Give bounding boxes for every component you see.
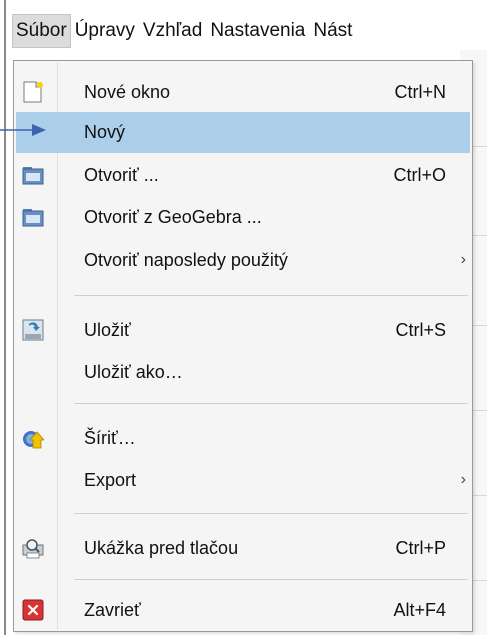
file-menu-dropdown: Nové okno Ctrl+N Nový Otvoriť ... Ctrl+O… <box>13 60 473 632</box>
menu-item-new[interactable]: Nový <box>16 112 470 153</box>
shortcut-label: Ctrl+P <box>395 537 446 558</box>
menu-item-label: Zavrieť <box>84 599 141 620</box>
shortcut-label: Ctrl+N <box>394 81 446 102</box>
menu-item-label: Otvoriť naposledy použitý <box>84 249 288 270</box>
menu-item-label: Otvoriť z GeoGebra ... <box>84 206 262 227</box>
save-icon <box>22 319 44 341</box>
menu-item-open-recent[interactable]: Otvoriť naposledy použitý › <box>16 239 470 281</box>
menu-item-label: Uložiť ako… <box>84 361 183 382</box>
menu-item-label: Nové okno <box>84 81 171 102</box>
menu-item-label: Otvoriť ... <box>84 164 159 185</box>
menu-separator <box>74 579 468 580</box>
submenu-arrow-icon: › <box>460 471 466 488</box>
menu-item-print-preview[interactable]: Ukážka pred tlačou Ctrl+P <box>16 527 470 569</box>
menu-item-open[interactable]: Otvoriť ... Ctrl+O <box>16 154 470 196</box>
print-preview-icon <box>22 537 44 559</box>
menu-item-export[interactable]: Export › <box>16 459 470 501</box>
menu-item-share[interactable]: Šíriť… <box>16 417 470 459</box>
menu-separator <box>74 403 468 404</box>
menu-separator <box>74 295 468 296</box>
pointer-arrow-icon <box>0 124 46 136</box>
share-icon <box>22 427 45 449</box>
menu-nastavenia[interactable]: Nastavenia <box>206 14 309 48</box>
menu-item-label: Nový <box>84 122 126 142</box>
shortcut-label: Alt+F4 <box>393 599 446 620</box>
menu-item-close[interactable]: Zavrieť Alt+F4 <box>16 589 470 631</box>
shortcut-label: Ctrl+S <box>395 319 446 340</box>
open-folder-icon <box>22 164 44 186</box>
menu-vzhlad[interactable]: Vzhľad <box>139 14 206 48</box>
menu-nastroje[interactable]: Nást <box>309 14 356 48</box>
menu-item-label: Šíriť… <box>84 427 136 448</box>
submenu-arrow-icon: › <box>460 251 466 268</box>
menu-item-save[interactable]: Uložiť Ctrl+S <box>16 309 470 351</box>
shortcut-label: Ctrl+O <box>393 164 446 185</box>
menu-item-label: Ukážka pred tlačou <box>84 537 239 558</box>
menu-item-save-as[interactable]: Uložiť ako… <box>16 351 470 393</box>
menu-separator <box>74 513 468 514</box>
open-folder-icon <box>22 206 44 228</box>
menu-item-open-from-geogebra[interactable]: Otvoriť z GeoGebra ... <box>16 196 470 238</box>
menu-item-label: Uložiť <box>84 319 131 340</box>
menu-bar: Súbor Úpravy Vzhľad Nastavenia Nást <box>12 14 487 48</box>
menu-upravy[interactable]: Úpravy <box>71 14 139 48</box>
menu-item-new-window[interactable]: Nové okno Ctrl+N <box>16 71 470 113</box>
new-window-icon <box>22 81 44 103</box>
close-icon <box>22 599 44 621</box>
menu-subor[interactable]: Súbor <box>12 14 71 48</box>
menu-item-label: Export <box>84 469 137 490</box>
left-window-edge <box>4 0 6 635</box>
